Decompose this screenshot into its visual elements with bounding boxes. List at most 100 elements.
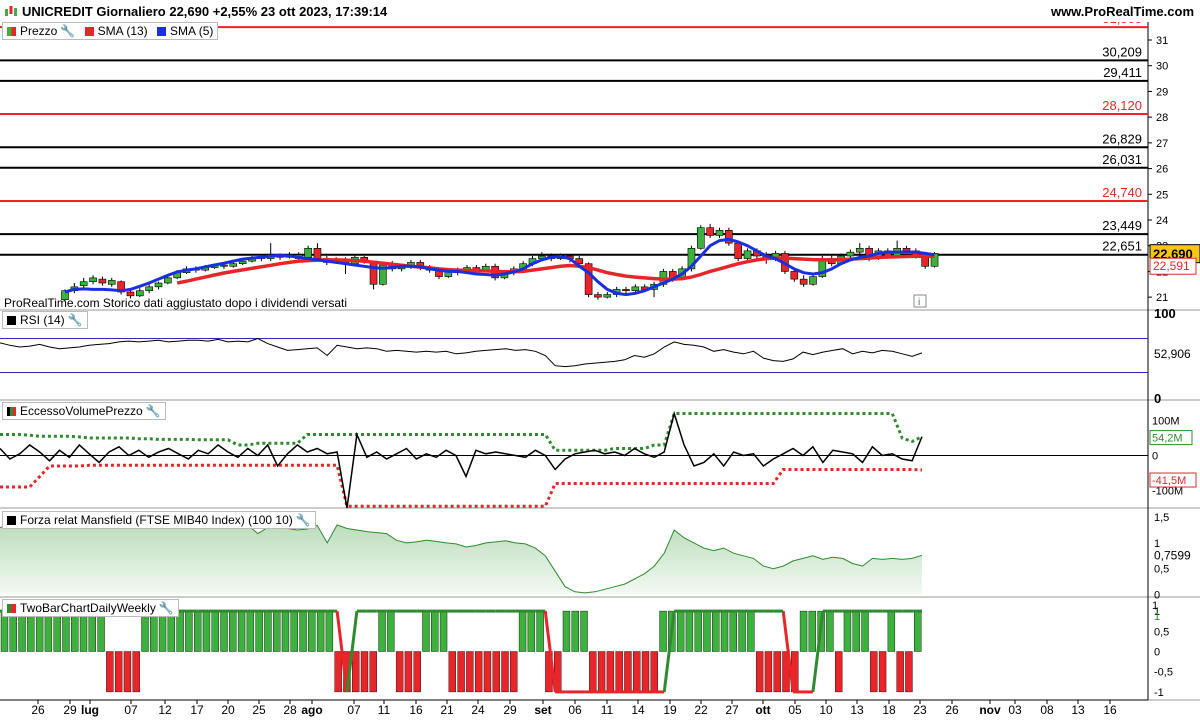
daily-bar [0, 610, 9, 652]
x-tick-label: 24 [471, 703, 485, 717]
daily-bar [44, 610, 53, 652]
twobar-tick-label: 0,5 [1154, 626, 1169, 638]
daily-bar [53, 610, 61, 652]
x-tick-label: 25 [252, 703, 266, 717]
x-tick-label: 21 [440, 703, 454, 717]
daily-bar [887, 610, 896, 652]
daily-bar [650, 651, 658, 693]
evp-upper-label: 54,2M [1152, 433, 1183, 445]
daily-bar [633, 651, 641, 693]
level-label: 22,651 [1102, 239, 1142, 254]
daily-bar [360, 651, 369, 693]
sma13-color-icon [84, 27, 94, 36]
daily-bar [878, 651, 887, 693]
daily-bar [387, 610, 395, 652]
x-tick-label: 26 [31, 703, 45, 717]
evp-legend[interactable]: EccessoVolumePrezzo 🔧 [2, 402, 166, 420]
daily-bar [176, 610, 184, 652]
rsi-line [0, 337, 923, 368]
daily-bar [299, 610, 307, 652]
price-legend[interactable]: Prezzo 🔧 SMA (13) SMA (5) [2, 22, 219, 40]
daily-bar [422, 610, 430, 652]
daily-bar [352, 651, 360, 693]
twobar-tick-label: 0 [1154, 647, 1160, 659]
wrench-icon[interactable]: 🔧 [159, 601, 174, 615]
chart-canvas: 212223242526272829303131,50030,20929,411… [0, 11, 1200, 717]
candle-body [164, 277, 172, 284]
daily-bar [9, 610, 17, 652]
daily-bar [71, 610, 79, 652]
legend-twobar-label: TwoBarChartDailyWeekly [20, 601, 156, 615]
daily-bar [852, 610, 860, 652]
mansfield-tick-label: 1,5 [1154, 512, 1169, 524]
legend-evp-label: EccessoVolumePrezzo [20, 404, 143, 418]
twobar-tick-label: -0,5 [1154, 667, 1173, 679]
daily-bar [167, 610, 176, 652]
twobar-last-label: 1 [1154, 611, 1160, 623]
daily-bar [624, 651, 632, 693]
legend-rsi-label: RSI (14) [20, 313, 65, 327]
candle-body [809, 276, 817, 285]
mansfield-legend[interactable]: Forza relat Mansfield (FTSE MIB40 Index)… [2, 511, 316, 529]
daily-bar [211, 610, 219, 652]
sma5-color-icon [157, 27, 167, 36]
daily-bar [685, 610, 694, 652]
level-label: 26,031 [1102, 152, 1142, 167]
daily-bar [826, 610, 834, 652]
candle-body [855, 247, 864, 253]
daily-bar [246, 610, 255, 652]
rsi-last-label: 52,906 [1154, 347, 1191, 361]
candle-body [706, 227, 714, 236]
daily-bar [264, 610, 272, 652]
wrench-icon[interactable]: 🔧 [68, 313, 83, 327]
daily-bar [378, 610, 386, 652]
wrench-icon[interactable]: 🔧 [60, 24, 75, 38]
price-tick-label: 24 [1156, 215, 1168, 227]
candle-body [790, 271, 799, 280]
daily-bar [799, 610, 808, 652]
daily-bar [747, 610, 755, 652]
rsi-legend[interactable]: RSI (14) 🔧 [2, 311, 88, 329]
candle-body [304, 247, 312, 258]
evp-main-line [0, 410, 923, 509]
daily-bar [97, 610, 105, 652]
evp-lower-line [0, 463, 923, 508]
data-note: ProRealTime.com Storico dati aggiustato … [4, 296, 347, 310]
price-tick-label: 26 [1156, 164, 1168, 176]
evp-tick-label: 0 [1152, 451, 1158, 463]
daily-bar [606, 651, 615, 693]
candle-body [631, 286, 640, 292]
daily-bar [439, 610, 448, 652]
daily-bar [720, 610, 729, 652]
daily-bar [273, 610, 281, 652]
wrench-icon[interactable]: 🔧 [296, 513, 311, 527]
candle-body [107, 280, 116, 285]
daily-bar [79, 610, 88, 652]
mansfield-color-icon [7, 516, 16, 525]
x-tick-label: 07 [124, 703, 138, 717]
wrench-icon[interactable]: 🔧 [146, 404, 161, 418]
daily-bar [571, 610, 579, 652]
daily-bar [589, 651, 597, 693]
daily-bar [615, 651, 623, 693]
evp-lower-label: -41,5M [1152, 475, 1186, 487]
x-tick-label: 13 [850, 703, 864, 717]
daily-bar [325, 610, 334, 652]
legend-sma5-label: SMA (5) [170, 24, 214, 38]
candle-body [743, 250, 752, 259]
daily-bar [27, 610, 35, 652]
x-tick-label: 07 [347, 703, 361, 717]
daily-bar [597, 651, 606, 693]
price-tick-label: 21 [1156, 292, 1168, 304]
x-tick-label: 11 [601, 703, 614, 717]
candle-body [238, 260, 247, 265]
info-icon-label: i [918, 297, 920, 308]
twobar-legend[interactable]: TwoBarChartDailyWeekly 🔧 [2, 599, 179, 617]
x-tick-label: 29 [63, 703, 77, 717]
daily-bar [132, 651, 140, 693]
x-tick-label: 17 [190, 703, 204, 717]
site-link[interactable]: www.ProRealTime.com [1051, 4, 1194, 19]
daily-bar [905, 651, 913, 693]
price-color-icon [7, 27, 16, 36]
daily-bar [114, 651, 123, 693]
